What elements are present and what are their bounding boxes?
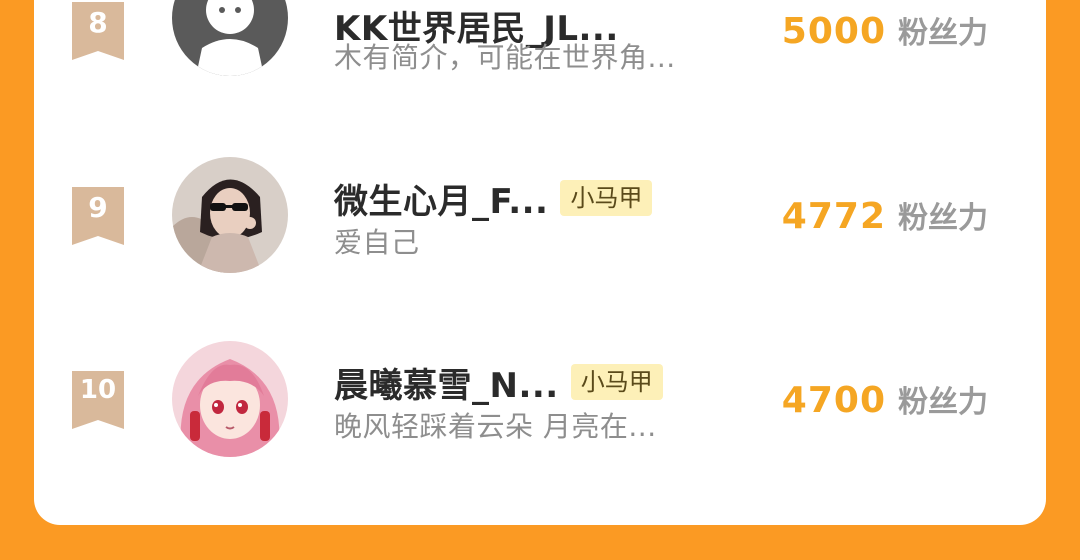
user-name[interactable]: 晨曦慕雪_N...	[334, 358, 559, 407]
user-name-line: 微生心月_F... 小马甲	[334, 174, 653, 223]
rank-number: 9	[88, 191, 108, 224]
user-name-line: 晨曦慕雪_N... 小马甲	[334, 358, 663, 407]
rank-ribbon-icon: 10	[72, 371, 124, 429]
ranking-row[interactable]: 9 微生心月_F... 小马甲 爱自己 4772 粉丝力	[34, 145, 1046, 295]
ranking-panel: 8 KK世界居民_JL... 木有简介，可能在世界角... 5000 粉丝力 9	[34, 0, 1046, 525]
rank-ribbon-icon: 9	[72, 187, 124, 245]
user-bio: 爱自己	[334, 226, 420, 259]
score-unit: 粉丝力	[898, 201, 988, 236]
alt-account-tag: 小马甲	[570, 364, 663, 400]
ranking-row[interactable]: 10 晨曦慕雪_N... 小马甲 晚风轻踩着云朵 月亮在... 4700 粉丝力	[34, 329, 1046, 479]
fan-power-score: 5000 粉丝力	[782, 8, 988, 54]
user-bio: 晚风轻踩着云朵 月亮在...	[334, 410, 657, 443]
score-value: 4700	[781, 380, 886, 421]
fan-power-score: 4772 粉丝力	[782, 193, 988, 239]
fan-power-score: 4700 粉丝力	[782, 377, 988, 423]
rank-ribbon-icon: 8	[72, 2, 124, 60]
rank-number: 8	[88, 6, 108, 39]
user-bio: 木有简介，可能在世界角...	[334, 41, 676, 74]
alt-account-tag: 小马甲	[560, 180, 653, 216]
rank-number: 10	[79, 375, 117, 405]
score-unit: 粉丝力	[898, 16, 988, 51]
ranking-row[interactable]: 8 KK世界居民_JL... 木有简介，可能在世界角... 5000 粉丝力	[34, 0, 1046, 110]
score-value: 4772	[781, 196, 886, 237]
user-name[interactable]: 微生心月_F...	[334, 174, 548, 223]
score-value: 5000	[781, 11, 886, 52]
score-unit: 粉丝力	[898, 385, 988, 420]
anime-avatar[interactable]	[172, 341, 288, 457]
user-photo-avatar[interactable]	[172, 157, 288, 273]
default-avatar-icon[interactable]	[172, 0, 288, 76]
